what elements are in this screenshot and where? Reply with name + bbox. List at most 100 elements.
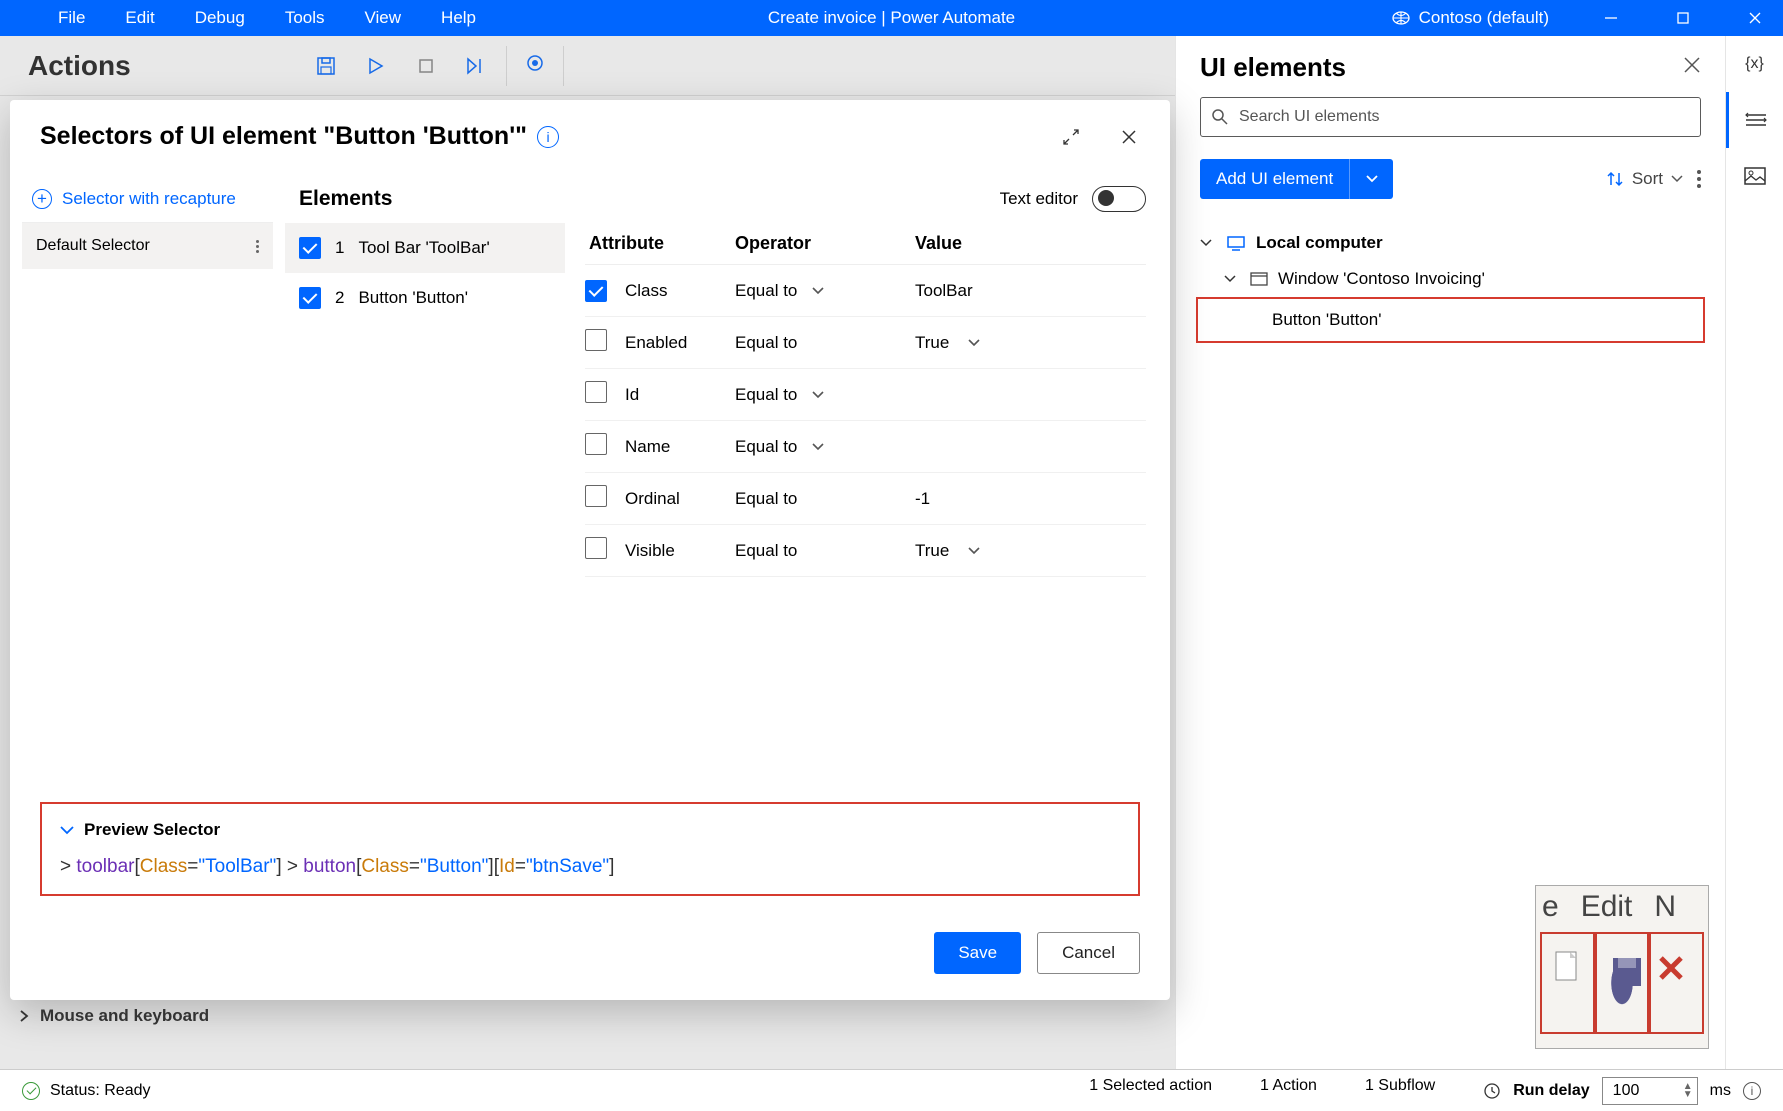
more-options-icon[interactable] <box>256 238 259 255</box>
main-menu: File Edit Debug Tools View Help <box>38 0 496 36</box>
attr-name: Name <box>625 437 735 457</box>
title-bar: File Edit Debug Tools View Help Create i… <box>0 0 1783 36</box>
window-icon <box>1250 272 1268 286</box>
value-cell[interactable]: ToolBar <box>915 281 1146 301</box>
chevron-right-icon <box>18 1009 30 1023</box>
status-bar: Status: Ready 1 Selected action 1 Action… <box>0 1069 1783 1111</box>
stop-icon[interactable] <box>414 54 438 78</box>
info-icon[interactable]: i <box>537 126 559 148</box>
spinner-icon[interactable]: ▲▼ <box>1683 1083 1693 1099</box>
run-delay-value: 100 <box>1613 1082 1640 1100</box>
checkbox[interactable] <box>585 329 607 351</box>
maximize-button[interactable] <box>1655 0 1711 36</box>
subflow-count: 1 Subflow <box>1365 1077 1435 1105</box>
value-cell[interactable]: True <box>915 333 1146 353</box>
thumb-letter: e <box>1542 890 1559 924</box>
operator-cell[interactable]: Equal to <box>735 489 915 509</box>
separator <box>563 46 564 86</box>
search-ui-elements-input[interactable]: Search UI elements <box>1200 97 1701 137</box>
search-icon <box>1211 108 1229 126</box>
cancel-button[interactable]: Cancel <box>1037 932 1140 974</box>
chevron-down-icon <box>1200 238 1216 248</box>
elements-header: Elements <box>299 187 392 211</box>
thumb-cell <box>1540 932 1595 1034</box>
thumb-letter: Edit <box>1581 890 1633 924</box>
default-selector-label: Default Selector <box>36 237 150 255</box>
checkbox[interactable] <box>585 433 607 455</box>
sort-icon <box>1606 170 1624 188</box>
run-icon[interactable] <box>364 54 388 78</box>
menu-view[interactable]: View <box>345 0 422 36</box>
selector-with-recapture-label: Selector with recapture <box>62 189 236 209</box>
checkbox[interactable] <box>299 237 321 259</box>
thumb-letter: N <box>1654 890 1676 924</box>
close-pane-icon[interactable] <box>1683 56 1701 79</box>
add-ui-element-dropdown[interactable] <box>1349 159 1393 199</box>
save-icon[interactable] <box>314 54 338 78</box>
actions-pane-title: Actions <box>0 50 300 82</box>
chevron-down-icon <box>811 437 825 457</box>
right-rail: {x} <box>1725 36 1783 1069</box>
accordion-mouse-keyboard[interactable]: Mouse and keyboard <box>18 1006 209 1026</box>
checkbox[interactable] <box>585 485 607 507</box>
preview-selector-box: Preview Selector > toolbar[Class="ToolBa… <box>40 802 1140 896</box>
tree-node-button-selected[interactable]: Button 'Button' <box>1196 297 1705 343</box>
minimize-button[interactable] <box>1583 0 1639 36</box>
checkbox[interactable] <box>585 280 607 302</box>
checkbox[interactable] <box>585 537 607 559</box>
attribute-row: NameEqual to <box>585 421 1146 473</box>
rail-uielements-icon[interactable] <box>1726 92 1783 148</box>
chevron-down-icon <box>1671 175 1683 183</box>
computer-icon <box>1226 235 1246 251</box>
more-options-button[interactable] <box>1697 170 1701 188</box>
run-next-icon[interactable] <box>464 54 488 78</box>
close-modal-icon[interactable] <box>1118 126 1140 148</box>
element-row-1[interactable]: 1 Tool Bar 'ToolBar' <box>285 223 565 273</box>
preview-selector-label: Preview Selector <box>84 820 220 840</box>
menu-file[interactable]: File <box>38 0 105 36</box>
value-cell[interactable]: True <box>915 541 1146 561</box>
default-selector-row[interactable]: Default Selector <box>22 223 273 269</box>
operator-cell[interactable]: Equal to <box>735 385 915 405</box>
selector-string: > toolbar[Class="ToolBar"] > button[Clas… <box>60 856 1120 878</box>
checkbox[interactable] <box>299 287 321 309</box>
record-icon[interactable] <box>525 53 545 78</box>
sort-button[interactable]: Sort <box>1606 169 1683 189</box>
add-ui-element-label: Add UI element <box>1200 159 1349 199</box>
accordion-label: Mouse and keyboard <box>40 1006 209 1026</box>
chevron-down-icon[interactable] <box>60 825 74 835</box>
info-icon[interactable]: i <box>1743 1082 1761 1100</box>
menu-edit[interactable]: Edit <box>105 0 174 36</box>
environment-picker[interactable]: Contoso (default) <box>1391 8 1549 28</box>
add-ui-element-button[interactable]: Add UI element <box>1200 159 1393 199</box>
expand-icon[interactable] <box>1060 126 1082 148</box>
operator-cell[interactable]: Equal to <box>735 333 915 353</box>
selector-with-recapture-button[interactable]: + Selector with recapture <box>22 175 273 223</box>
element-row-2[interactable]: 2 Button 'Button' <box>285 273 565 323</box>
checkbox[interactable] <box>585 381 607 403</box>
text-editor-label: Text editor <box>1000 189 1078 209</box>
close-button[interactable] <box>1727 0 1783 36</box>
thumb-cell <box>1649 932 1704 1034</box>
tree-node-window[interactable]: Window 'Contoso Invoicing' <box>1196 261 1705 297</box>
col-value: Value <box>915 233 1146 254</box>
rail-variables-icon[interactable]: {x} <box>1726 36 1783 92</box>
run-delay-input[interactable]: 100 ▲▼ <box>1602 1077 1698 1105</box>
operator-cell[interactable]: Equal to <box>735 437 915 457</box>
sort-label: Sort <box>1632 169 1663 189</box>
rail-images-icon[interactable] <box>1726 148 1783 204</box>
attribute-row: VisibleEqual toTrue <box>585 525 1146 577</box>
operator-cell[interactable]: Equal to <box>735 281 915 301</box>
operator-cell[interactable]: Equal to <box>735 541 915 561</box>
save-button[interactable]: Save <box>934 932 1021 974</box>
col-operator: Operator <box>735 233 915 254</box>
menu-tools[interactable]: Tools <box>265 0 345 36</box>
clock-icon <box>1483 1082 1501 1100</box>
tree-node-computer[interactable]: Local computer <box>1196 225 1705 261</box>
separator <box>506 46 507 86</box>
value-cell[interactable]: -1 <box>915 489 1146 509</box>
menu-debug[interactable]: Debug <box>175 0 265 36</box>
text-editor-toggle[interactable] <box>1092 186 1146 212</box>
search-placeholder: Search UI elements <box>1239 108 1380 126</box>
menu-help[interactable]: Help <box>421 0 496 36</box>
